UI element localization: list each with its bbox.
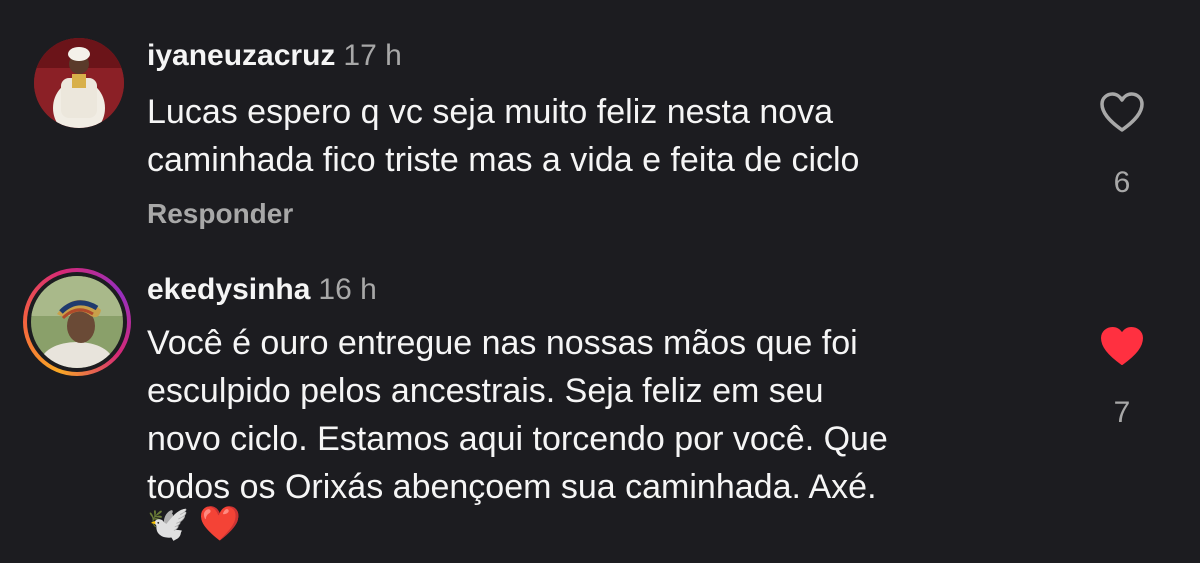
- comment-meta: ekedysinha 16 h: [147, 272, 377, 308]
- like-count: 6: [1113, 166, 1131, 199]
- heart-filled-icon: [1101, 327, 1143, 365]
- comment-meta: iyaneuzacruz 17 h: [147, 38, 402, 74]
- story-ring[interactable]: [23, 268, 131, 376]
- comment-emojis: 🕊️ ❤️: [147, 505, 242, 543]
- username[interactable]: iyaneuzacruz: [147, 39, 335, 72]
- like-count: 7: [1113, 396, 1131, 429]
- comment-text: Você é ouro entregue nas nossas mãos que…: [147, 324, 888, 506]
- reply-button[interactable]: Responder: [147, 198, 293, 230]
- avatar[interactable]: [27, 272, 127, 372]
- comment-item: ekedysinha 16 h Você é ouro entregue nas …: [0, 260, 1200, 563]
- comment-item: iyaneuzacruz 17 h Lucas espero q vc seja …: [0, 0, 1200, 260]
- like-button[interactable]: [1098, 90, 1146, 134]
- timestamp: 16 h: [318, 273, 377, 306]
- avatar-photo-icon: [31, 276, 123, 368]
- avatar[interactable]: [34, 38, 124, 128]
- comment-text: Lucas espero q vc seja muito feliz nesta…: [147, 93, 860, 179]
- heart-outline-icon: [1100, 92, 1144, 132]
- like-button[interactable]: [1098, 324, 1146, 368]
- timestamp: 17 h: [343, 39, 402, 72]
- username[interactable]: ekedysinha: [147, 273, 310, 306]
- avatar-photo-icon: [34, 38, 124, 128]
